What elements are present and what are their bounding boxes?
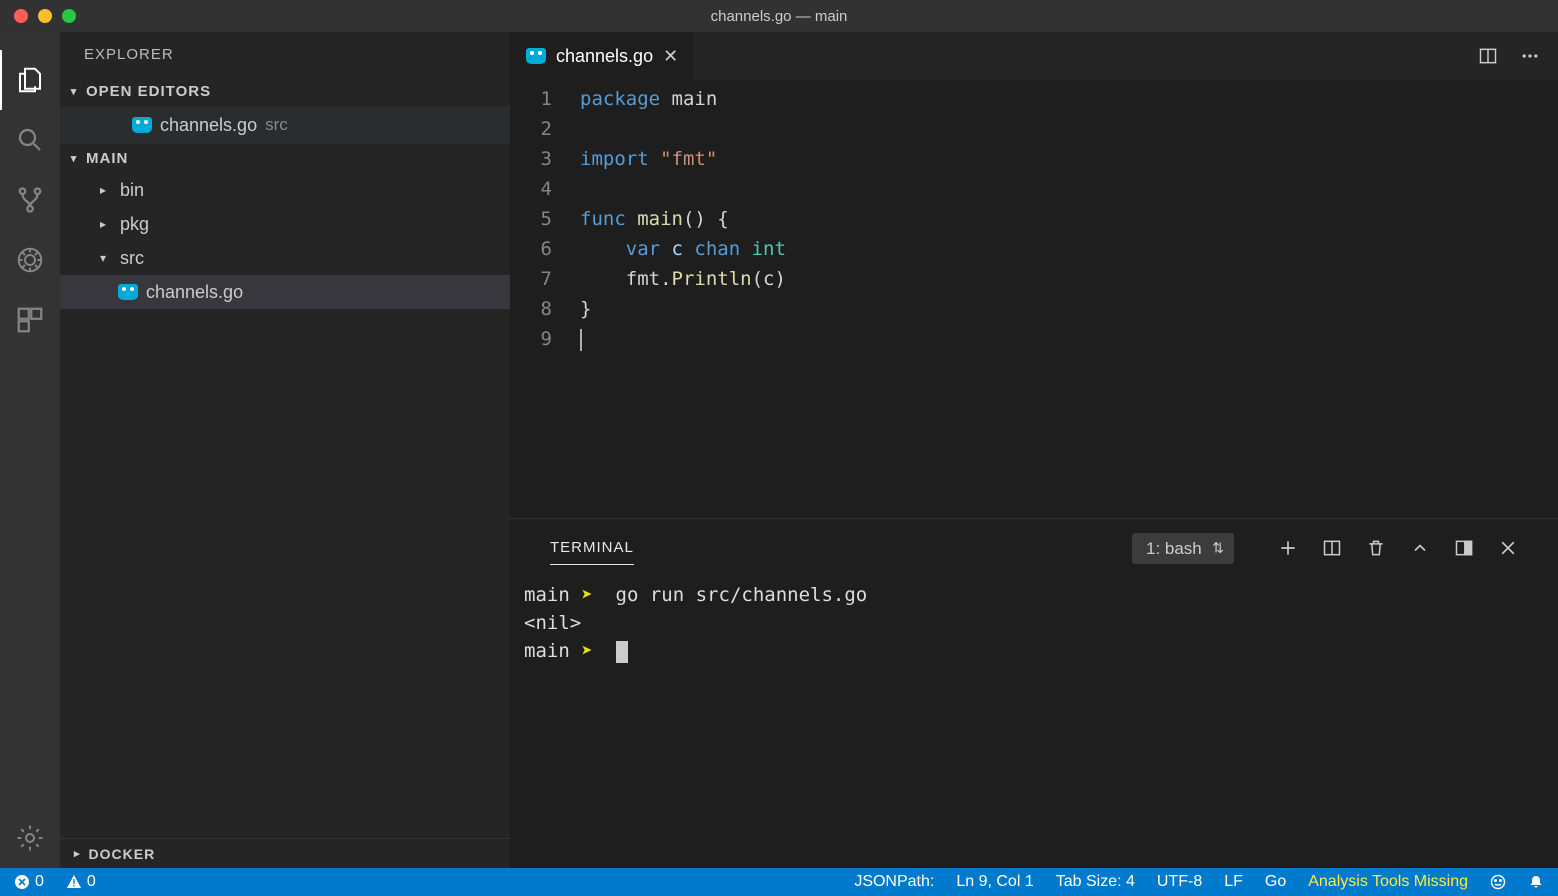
section-label: OPEN EDITORS — [86, 83, 211, 100]
file-channels-go[interactable]: channels.go — [60, 275, 510, 309]
editor-actions — [1478, 32, 1558, 80]
extensions-activity[interactable] — [0, 290, 60, 350]
shell-dropdown[interactable]: 1: bash — [1132, 533, 1234, 564]
error-icon — [14, 874, 30, 890]
status-bar: 0 0 JSONPath: Ln 9, Col 1 Tab Size: 4 UT… — [0, 868, 1558, 896]
status-notifications[interactable] — [1528, 874, 1544, 890]
status-jsonpath[interactable]: JSONPath: — [854, 873, 934, 891]
file-dir: src — [265, 115, 288, 135]
tab-label: channels.go — [556, 46, 653, 67]
file-label: channels.go — [146, 282, 243, 303]
status-analysis-warning[interactable]: Analysis Tools Missing — [1308, 873, 1468, 891]
terminal-actions — [1278, 538, 1518, 558]
window-titlebar: channels.go — main — [0, 0, 1558, 32]
trash-icon[interactable] — [1366, 538, 1386, 558]
editor-group: channels.go ✕ 123456789 package main imp… — [510, 32, 1558, 868]
status-language[interactable]: Go — [1265, 873, 1286, 891]
window-title: channels.go — main — [711, 8, 848, 25]
explorer-sidebar: EXPLORER ▾ OPEN EDITORS channels.go src … — [60, 32, 510, 868]
terminal-cursor — [616, 641, 628, 663]
line-gutter: 123456789 — [510, 84, 580, 518]
tab-channels-go[interactable]: channels.go ✕ — [510, 32, 695, 80]
explorer-activity[interactable] — [0, 50, 60, 110]
maximize-panel-icon[interactable] — [1454, 538, 1474, 558]
terminal-body[interactable]: main ➤ go run src/channels.go<nil>main ➤ — [510, 569, 1558, 868]
workspace-section[interactable]: ▾ MAIN — [60, 144, 510, 173]
close-icon[interactable] — [1498, 538, 1518, 558]
close-icon[interactable]: ✕ — [663, 46, 678, 67]
docker-section[interactable]: ▸ DOCKER — [60, 838, 510, 868]
scm-activity[interactable] — [0, 170, 60, 230]
text-cursor — [580, 329, 582, 351]
chevron-up-icon[interactable] — [1410, 538, 1430, 558]
debug-activity[interactable] — [0, 230, 60, 290]
status-eol[interactable]: LF — [1224, 873, 1243, 891]
editor-tabs: channels.go ✕ — [510, 32, 1558, 80]
section-label: DOCKER — [89, 846, 156, 862]
split-terminal-icon[interactable] — [1322, 538, 1342, 558]
folder-pkg[interactable]: pkg — [60, 207, 510, 241]
sidebar-title: EXPLORER — [60, 32, 510, 77]
more-icon[interactable] — [1520, 46, 1540, 66]
split-editor-icon[interactable] — [1478, 46, 1498, 66]
code-editor[interactable]: 123456789 package main import "fmt" func… — [510, 80, 1558, 518]
extensions-icon — [15, 305, 45, 335]
close-window-button[interactable] — [14, 9, 28, 23]
folder-label: src — [120, 248, 144, 269]
folder-bin[interactable]: bin — [60, 173, 510, 207]
settings-activity[interactable] — [0, 808, 60, 868]
status-tabsize[interactable]: Tab Size: 4 — [1056, 873, 1135, 891]
folder-label: pkg — [120, 214, 149, 235]
terminal-tab[interactable]: TERMINAL — [550, 531, 634, 565]
chevron-down-icon: ▾ — [68, 85, 80, 98]
terminal-header: TERMINAL 1: bash — [510, 519, 1558, 569]
terminal-shell-select[interactable]: 1: bash — [1132, 533, 1234, 564]
go-file-icon — [526, 48, 546, 64]
gear-icon — [15, 823, 45, 853]
chevron-right-icon: ▸ — [74, 847, 81, 860]
bug-icon — [15, 245, 45, 275]
folder-src[interactable]: src — [60, 241, 510, 275]
files-icon — [15, 65, 45, 95]
go-file-icon — [132, 117, 152, 133]
chevron-down-icon: ▾ — [68, 152, 80, 165]
bell-icon — [1528, 874, 1544, 890]
file-name: channels.go — [160, 115, 257, 136]
plus-icon[interactable] — [1278, 538, 1298, 558]
terminal-panel: TERMINAL 1: bash main ➤ go run src/chann… — [510, 518, 1558, 868]
activity-bar — [0, 32, 60, 868]
window-controls — [0, 9, 76, 23]
open-editors-section[interactable]: ▾ OPEN EDITORS — [60, 77, 510, 106]
status-feedback[interactable] — [1490, 874, 1506, 890]
status-cursor-pos[interactable]: Ln 9, Col 1 — [956, 873, 1033, 891]
section-label: MAIN — [86, 150, 128, 167]
go-file-icon — [118, 284, 138, 300]
search-activity[interactable] — [0, 110, 60, 170]
status-errors[interactable]: 0 — [14, 873, 44, 891]
smiley-icon — [1490, 874, 1506, 890]
status-encoding[interactable]: UTF-8 — [1157, 873, 1202, 891]
branch-icon — [15, 185, 45, 215]
status-warnings[interactable]: 0 — [66, 873, 96, 891]
search-icon — [15, 125, 45, 155]
open-editor-item[interactable]: channels.go src — [60, 106, 510, 144]
folder-label: bin — [120, 180, 144, 201]
maximize-window-button[interactable] — [62, 9, 76, 23]
warning-icon — [66, 874, 82, 890]
minimize-window-button[interactable] — [38, 9, 52, 23]
code-content[interactable]: package main import "fmt" func main() { … — [580, 84, 1558, 518]
